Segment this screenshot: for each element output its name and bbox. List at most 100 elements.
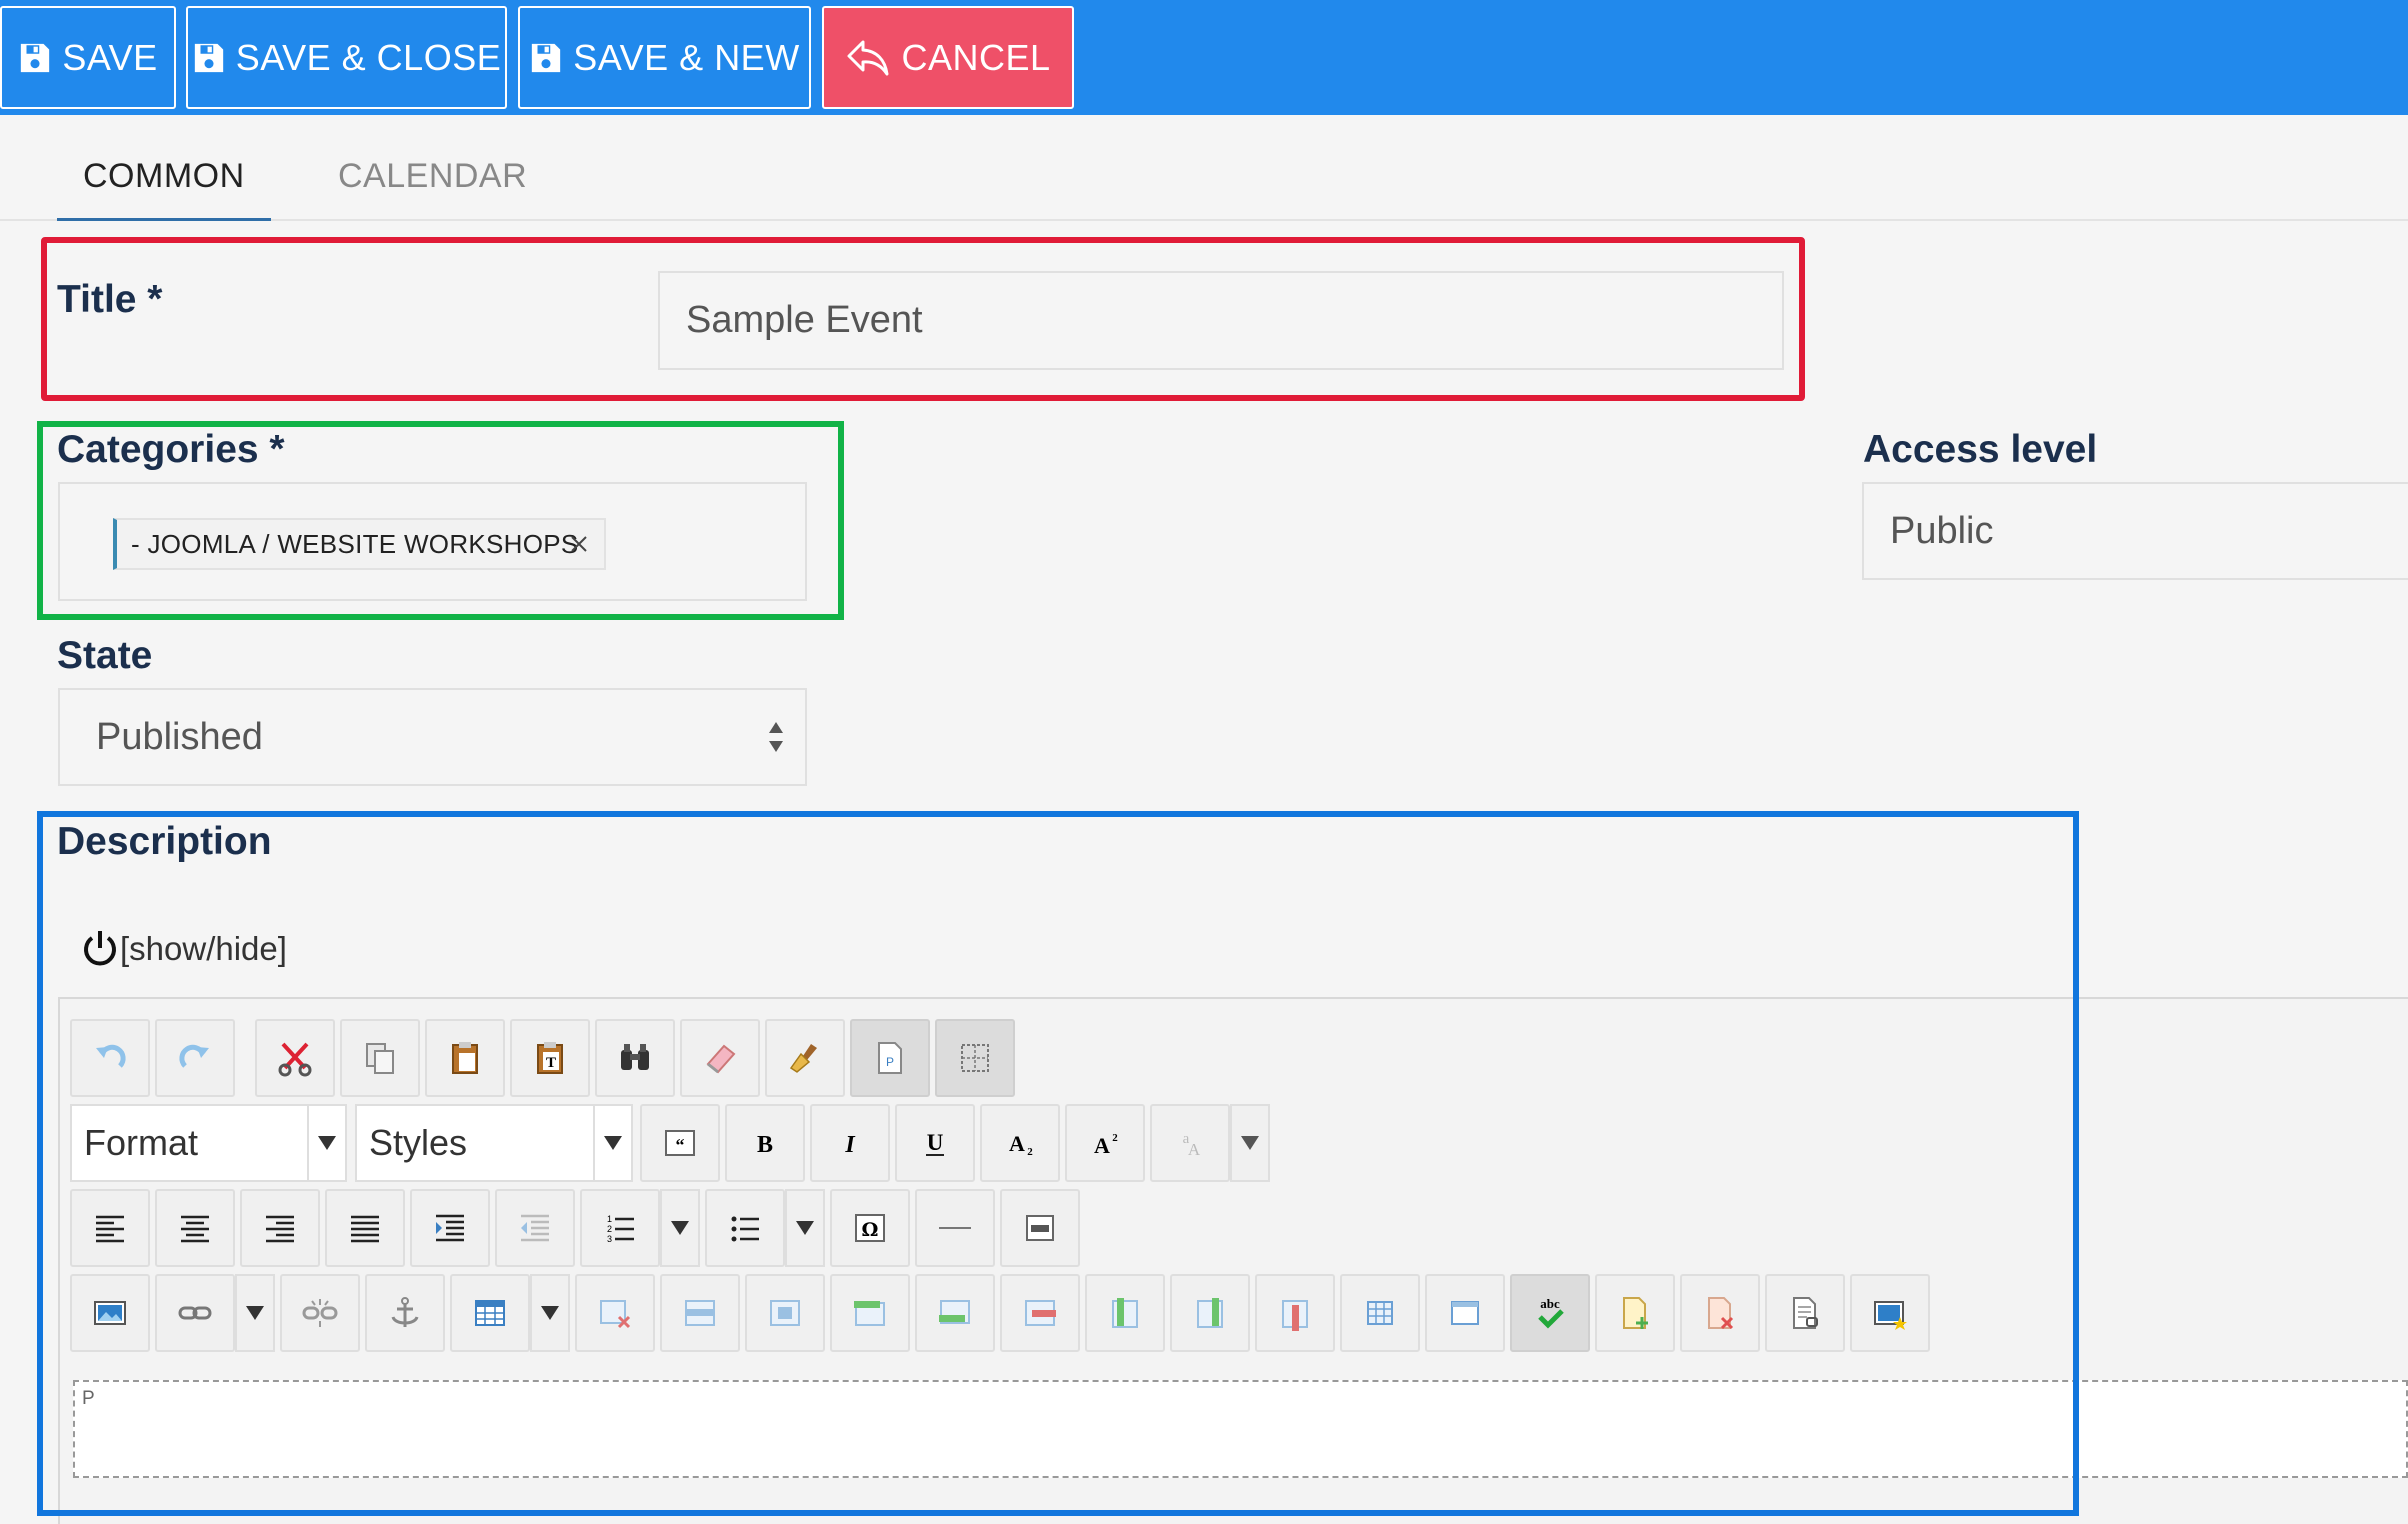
superscript-button[interactable]: A2 [1065,1104,1145,1182]
cell-props-button[interactable] [1340,1274,1420,1352]
anchor-button[interactable] [365,1274,445,1352]
cut-button[interactable] [255,1019,335,1097]
delete-col-button[interactable] [1255,1274,1335,1352]
format-dropdown[interactable]: Format [70,1104,347,1182]
redo-icon [179,1044,209,1068]
state-select[interactable]: Published [58,688,807,786]
title-input[interactable]: Sample Event [658,271,1784,370]
insert-row-before-button[interactable] [830,1274,910,1352]
show-blocks-button[interactable] [935,1019,1015,1097]
remove-format-button[interactable] [680,1019,760,1097]
align-right-button[interactable] [240,1189,320,1267]
col-after-button[interactable] [1170,1274,1250,1352]
ordered-list-icon: 123 [607,1214,634,1244]
state-value: Published [96,715,263,758]
undo-button[interactable] [70,1019,150,1097]
delete-row-button[interactable] [1000,1274,1080,1352]
row-before-button[interactable] [660,1274,740,1352]
add-page-icon [1623,1297,1648,1329]
chevron-down-icon [796,1221,814,1235]
redo-button[interactable] [155,1019,235,1097]
delete-table-button[interactable] [575,1274,655,1352]
editor-content-area[interactable]: P [73,1380,2408,1478]
horizontal-rule-icon [939,1227,971,1229]
delete-page-icon [1708,1297,1734,1330]
link-icon [178,1306,212,1320]
save-close-label: SAVE & CLOSE [235,36,502,78]
unlink-icon [302,1299,338,1327]
paste-text-button[interactable]: T [510,1019,590,1097]
svg-text:B: B [757,1132,773,1158]
media-button[interactable] [1850,1274,1930,1352]
underline-button[interactable]: U [895,1104,975,1182]
row-after-button[interactable] [745,1274,825,1352]
cancel-button[interactable]: CANCEL [822,6,1074,109]
align-center-button[interactable] [155,1189,235,1267]
chevron-down-icon [1241,1136,1259,1150]
tab-calendar[interactable]: CALENDAR [312,155,553,221]
paragraph-tag: P [82,1388,95,1409]
page-break-button[interactable]: P [850,1019,930,1097]
subscript-button[interactable]: A2 [980,1104,1060,1182]
spellcheck-button[interactable]: abc [1510,1274,1590,1352]
save-new-button[interactable]: SAVE & NEW [518,6,811,109]
italic-button[interactable]: I [810,1104,890,1182]
svg-text:I: I [844,1132,856,1158]
copy-icon [366,1043,394,1074]
tab-common[interactable]: COMMON [57,155,271,221]
access-level-select[interactable]: Public [1862,482,2408,580]
superscript-icon: A2 [1094,1132,1118,1158]
access-level-label: Access level [1863,428,2098,471]
chevron-down-icon [246,1306,264,1320]
template-button[interactable] [1765,1274,1845,1352]
insert-row-after-button[interactable] [915,1274,995,1352]
pagebreak-button[interactable] [1000,1189,1080,1267]
save-close-button[interactable]: SAVE & CLOSE [186,6,507,109]
media-icon [1874,1301,1907,1330]
row-after-icon [770,1300,800,1326]
horizontal-rule-button[interactable] [915,1189,995,1267]
col-before-button[interactable] [1085,1274,1165,1352]
row-before-icon [685,1300,715,1326]
clean-up-button[interactable] [765,1019,845,1097]
image-button[interactable] [70,1274,150,1352]
description-label: Description [57,820,272,863]
text-direction-button[interactable]: aA [1150,1104,1230,1182]
copy-button[interactable] [340,1019,420,1097]
delete-col-icon [1282,1300,1308,1331]
bold-icon: B [757,1132,773,1158]
table-button[interactable] [450,1274,530,1352]
show-hide-toggle[interactable]: [show/hide] [80,928,287,970]
merge-cells-button[interactable] [1425,1274,1505,1352]
find-button[interactable] [595,1019,675,1097]
align-justify-button[interactable] [325,1189,405,1267]
blockquote-button[interactable]: “ [640,1104,720,1182]
unordered-list-button[interactable] [705,1189,785,1267]
bold-button[interactable]: B [725,1104,805,1182]
unlink-button[interactable] [280,1274,360,1352]
link-dropdown[interactable] [235,1274,275,1352]
ordered-list-dropdown[interactable] [660,1189,700,1267]
svg-text:Ω: Ω [862,1219,879,1241]
col-before-icon [1112,1298,1138,1328]
unordered-list-dropdown[interactable] [785,1189,825,1267]
outdent-button[interactable] [495,1189,575,1267]
special-character-button[interactable]: Ω [830,1189,910,1267]
save-new-label: SAVE & NEW [573,36,800,78]
align-center-icon [181,1215,209,1243]
text-direction-dropdown[interactable] [1230,1104,1270,1182]
ordered-list-button[interactable]: 123 [580,1189,660,1267]
add-page-button[interactable] [1595,1274,1675,1352]
align-left-button[interactable] [70,1189,150,1267]
save-button[interactable]: SAVE [0,6,176,109]
paste-button[interactable] [425,1019,505,1097]
indent-button[interactable] [410,1189,490,1267]
link-button[interactable] [155,1274,235,1352]
table-dropdown[interactable] [530,1274,570,1352]
delete-page-button[interactable] [1680,1274,1760,1352]
chevron-down-icon [604,1136,622,1150]
svg-text:2: 2 [1112,1132,1118,1144]
styles-dropdown[interactable]: Styles [355,1104,633,1182]
close-icon[interactable] [568,533,590,555]
image-icon [94,1301,126,1325]
